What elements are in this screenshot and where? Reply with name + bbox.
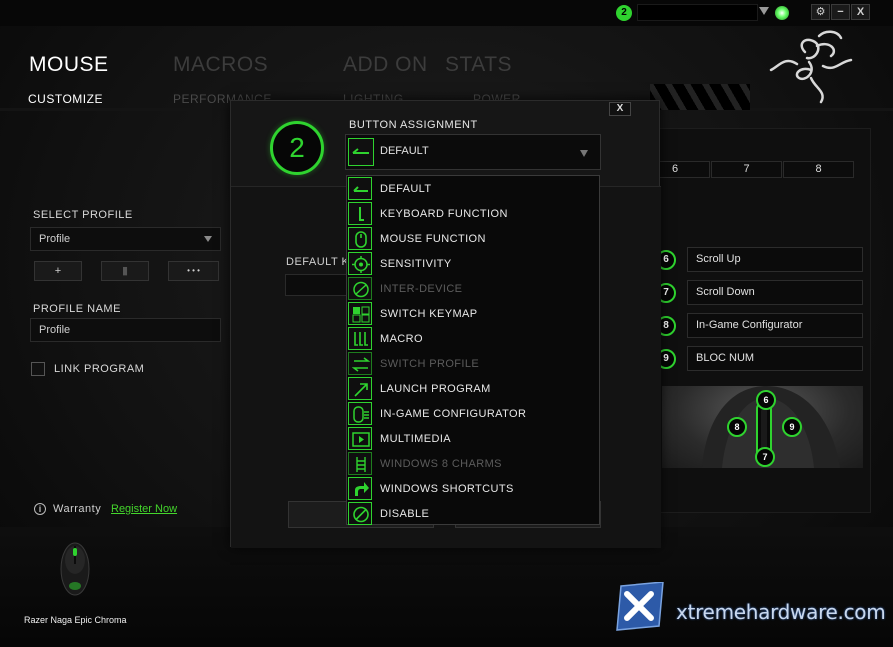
crosshair-icon [348, 252, 372, 275]
option-label: MACRO [380, 333, 423, 345]
keymap-icon [348, 302, 372, 325]
close-window-button[interactable]: X [851, 4, 870, 20]
tab-stats[interactable]: STATS [445, 53, 512, 77]
select-profile-label: SELECT PROFILE [33, 209, 133, 221]
option-label: MULTIMEDIA [380, 433, 452, 445]
profile-select[interactable]: Profile [30, 227, 221, 251]
option-label: DISABLE [380, 508, 430, 520]
xtremehardware-logo-icon [616, 582, 664, 631]
mapping-scroll-down[interactable]: Scroll Down [687, 280, 863, 305]
razer-logo-icon [769, 30, 853, 104]
option-label: DEFAULT [380, 183, 432, 195]
mapping-scroll-up[interactable]: Scroll Up [687, 247, 863, 272]
button-assignment-value: DEFAULT [380, 145, 429, 157]
default-key-label: DEFAULT K [286, 256, 350, 268]
link-program-label: LINK PROGRAM [54, 363, 145, 375]
more-options-button[interactable]: • • • [168, 261, 219, 281]
chevron-down-icon [204, 236, 212, 242]
warranty-label: Warranty [53, 503, 102, 515]
shortcut-icon [348, 477, 372, 500]
button-tab-8[interactable]: 8 [783, 161, 854, 178]
option-label: MOUSE FUNCTION [380, 233, 486, 245]
tab-macros[interactable]: MACROS [173, 53, 268, 77]
mapping-in-game-configurator[interactable]: In-Game Configurator [687, 313, 863, 338]
device-name: Razer Naga Epic Chroma [24, 615, 127, 625]
selected-button-number: 2 [270, 121, 324, 175]
profile-name-input[interactable]: Profile [30, 318, 221, 342]
add-profile-button[interactable]: + [34, 261, 82, 281]
keyboard-icon [348, 202, 372, 225]
option-label: LAUNCH PROGRAM [380, 383, 491, 395]
default-key-field[interactable] [285, 274, 347, 296]
option-in-game-configurator[interactable]: IN-GAME CONFIGURATOR [347, 401, 599, 426]
decorative-stripes [650, 84, 750, 110]
settings-button[interactable]: ⚙ [811, 4, 830, 20]
razer-synapse-window: 2 ⚙ − X MOUSE MACROS ADD ON STATS CUSTOM… [0, 0, 893, 647]
option-multimedia[interactable]: MULTIMEDIA [347, 426, 599, 451]
assignment-dropdown-list: DEFAULT KEYBOARD FUNCTION MOUSE FUNCTION… [346, 175, 600, 525]
subtab-customize[interactable]: CUSTOMIZE [28, 92, 103, 106]
configurator-icon [348, 402, 372, 425]
option-label: WINDOWS 8 CHARMS [380, 458, 502, 470]
chevron-down-icon [580, 150, 588, 157]
option-windows-8-charms[interactable]: WINDOWS 8 CHARMS [347, 451, 599, 476]
notification-badge[interactable]: 2 [616, 5, 632, 21]
side-button-7[interactable]: 7 [755, 447, 775, 467]
default-icon [348, 177, 372, 200]
profile-name-value: Profile [39, 324, 71, 336]
tab-mouse[interactable]: MOUSE [29, 53, 109, 77]
option-label: SWITCH KEYMAP [380, 308, 478, 320]
play-icon [348, 427, 372, 450]
option-label: KEYBOARD FUNCTION [380, 208, 508, 220]
naga-mouse-icon[interactable] [57, 540, 93, 598]
option-switch-keymap[interactable]: SWITCH KEYMAP [347, 301, 599, 326]
delete-profile-button[interactable]: ▮ [101, 261, 149, 281]
option-mouse-function[interactable]: MOUSE FUNCTION [347, 226, 599, 251]
link-icon [348, 277, 372, 300]
mouse-icon [348, 227, 372, 250]
account-field[interactable] [637, 4, 758, 21]
option-switch-profile[interactable]: SWITCH PROFILE [347, 351, 599, 376]
dialog-close-button[interactable]: X [609, 102, 631, 116]
option-label: INTER-DEVICE [380, 283, 463, 295]
option-disable[interactable]: DISABLE [347, 501, 599, 526]
option-windows-shortcuts[interactable]: WINDOWS SHORTCUTS [347, 476, 599, 501]
side-button-9[interactable]: 9 [782, 417, 802, 437]
button-assignment-title: BUTTON ASSIGNMENT [349, 119, 478, 131]
mapping-bloc-num[interactable]: BLOC NUM [687, 346, 863, 371]
option-launch-program[interactable]: LAUNCH PROGRAM [347, 376, 599, 401]
option-label: SWITCH PROFILE [380, 358, 480, 370]
option-inter-device[interactable]: INTER-DEVICE [347, 276, 599, 301]
option-macro[interactable]: MACRO [347, 326, 599, 351]
launch-icon [348, 377, 372, 400]
side-button-6[interactable]: 6 [756, 390, 776, 410]
online-status-icon[interactable] [775, 6, 789, 20]
profile-name-label: PROFILE NAME [33, 303, 121, 315]
tab-add-on[interactable]: ADD ON [343, 53, 428, 77]
button-tab-7[interactable]: 7 [711, 161, 782, 178]
link-program-checkbox[interactable] [31, 362, 45, 376]
side-button-8[interactable]: 8 [727, 417, 747, 437]
button-assignment-select[interactable]: DEFAULT [345, 134, 601, 170]
profile-select-value: Profile [39, 233, 71, 245]
register-now-link[interactable]: Register Now [111, 503, 177, 515]
info-icon: i [34, 503, 46, 515]
account-dropdown-icon[interactable] [759, 7, 769, 15]
minimize-button[interactable]: − [831, 4, 850, 20]
option-default[interactable]: DEFAULT [347, 176, 599, 201]
swap-icon [348, 352, 372, 375]
default-icon [348, 138, 374, 166]
macro-icon [348, 327, 372, 350]
option-label: SENSITIVITY [380, 258, 452, 270]
disable-icon [348, 502, 372, 525]
option-label: IN-GAME CONFIGURATOR [380, 408, 527, 420]
charms-icon [348, 452, 372, 475]
option-keyboard-function[interactable]: KEYBOARD FUNCTION [347, 201, 599, 226]
option-label: WINDOWS SHORTCUTS [380, 483, 514, 495]
watermark-text: xtremehardware.com [676, 600, 886, 624]
option-sensitivity[interactable]: SENSITIVITY [347, 251, 599, 276]
